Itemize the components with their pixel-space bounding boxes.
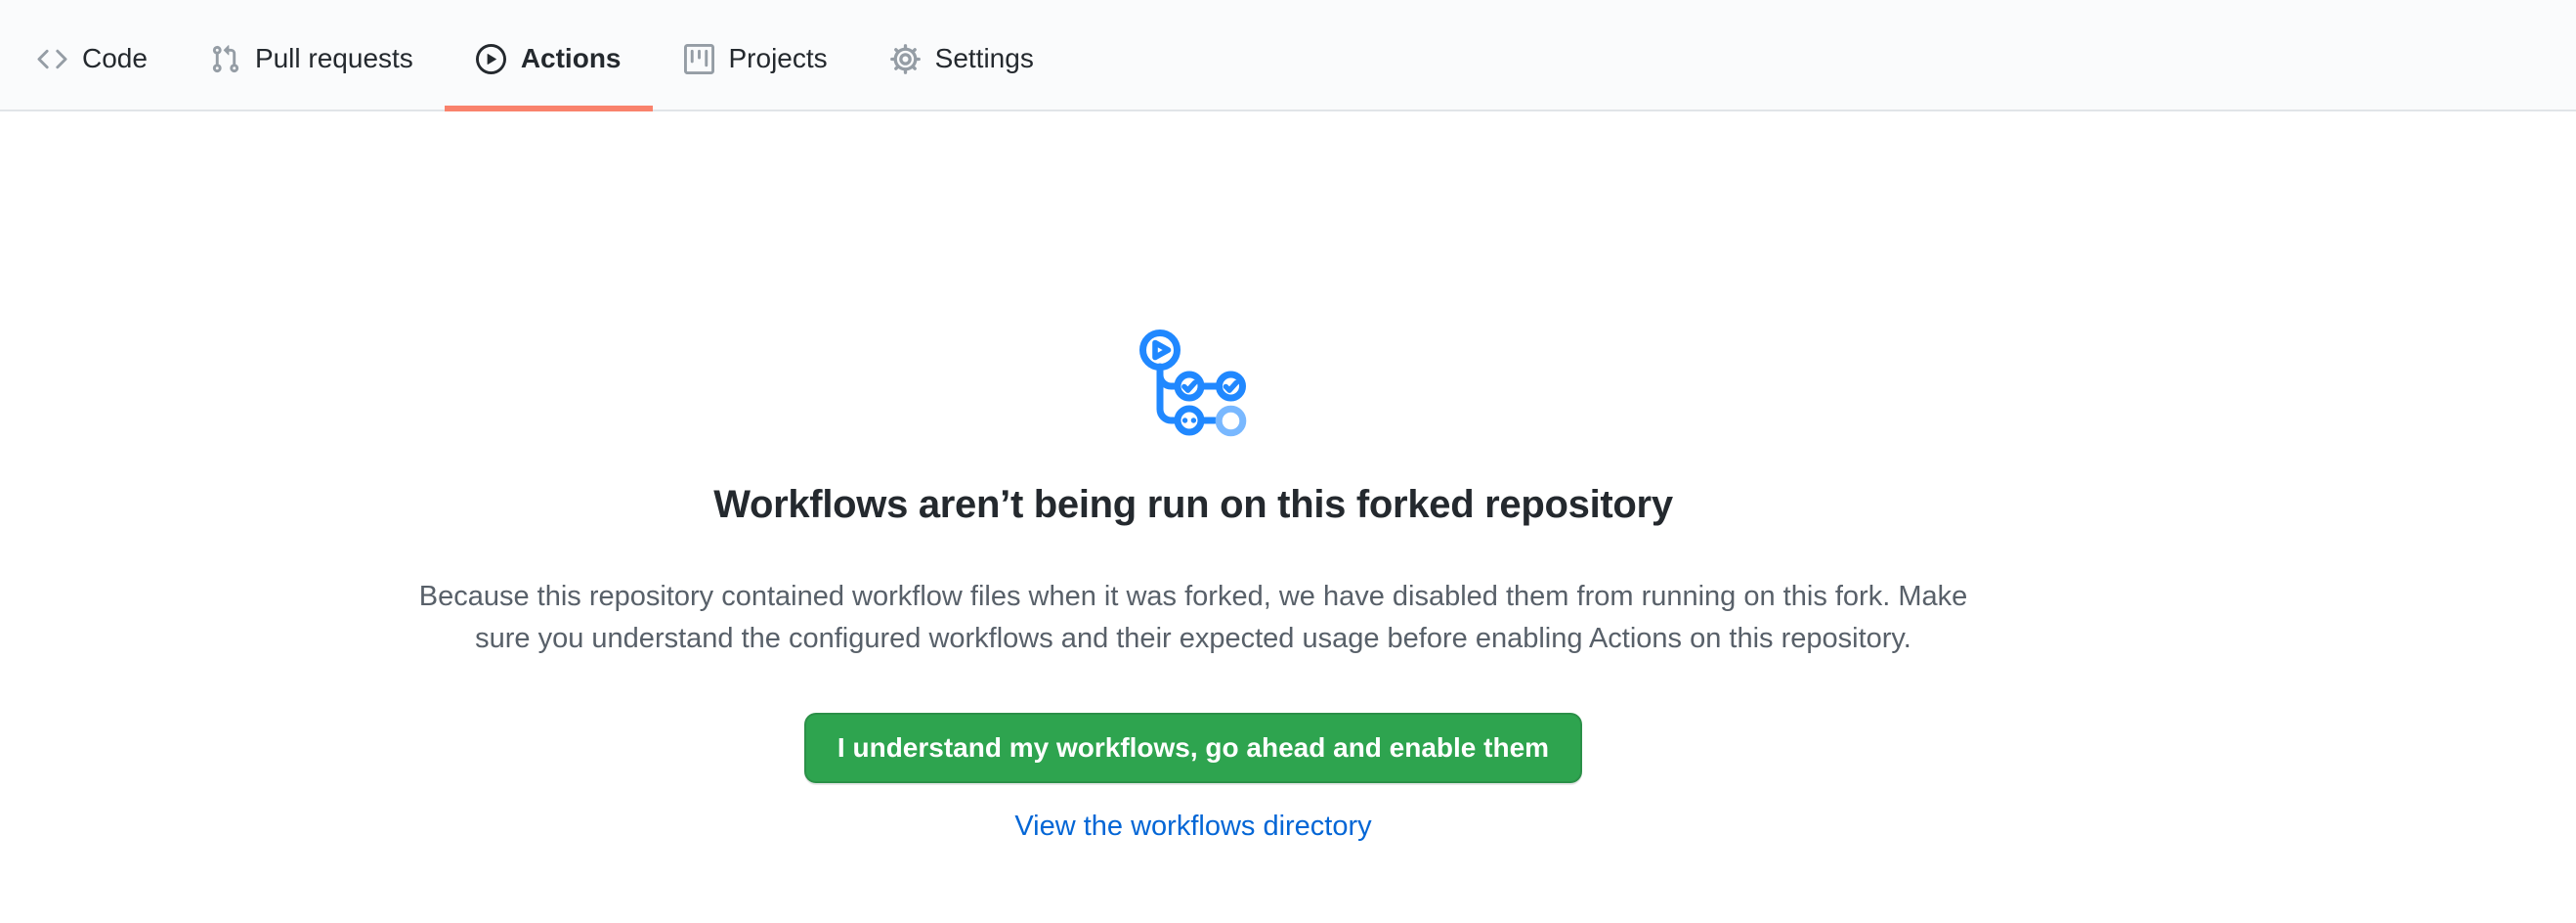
description-line: Because this repository contained workfl… (419, 576, 1968, 618)
tab-label: Code (82, 43, 148, 74)
description-line: sure you understand the configured workf… (419, 618, 1968, 660)
workflows-directory-link[interactable]: View the workflows directory (1014, 810, 1371, 843)
tab-code[interactable]: Code (6, 0, 179, 110)
code-icon (37, 44, 67, 74)
play-icon (476, 44, 506, 74)
tab-pull-requests[interactable]: Pull requests (179, 0, 445, 110)
project-icon (684, 44, 714, 74)
workflow-graph-icon (1138, 330, 1248, 437)
empty-state-title: Workflows aren’t being run on this forke… (713, 480, 1673, 529)
tab-label: Settings (935, 43, 1034, 74)
git-pull-request-icon (210, 44, 240, 74)
tab-label: Actions (521, 43, 622, 74)
tab-settings[interactable]: Settings (859, 0, 1065, 110)
actions-blankslate: Workflows aren’t being run on this forke… (0, 111, 2386, 843)
gear-icon (890, 44, 921, 74)
tab-label: Pull requests (255, 43, 413, 74)
tab-projects[interactable]: Projects (653, 0, 859, 110)
repo-tab-bar: Code Pull requests Actions Projects (0, 0, 2576, 111)
tab-actions[interactable]: Actions (445, 0, 653, 110)
empty-state-description: Because this repository contained workfl… (419, 576, 1968, 660)
tab-label: Projects (729, 43, 828, 74)
enable-workflows-button[interactable]: I understand my workflows, go ahead and … (804, 713, 1582, 783)
